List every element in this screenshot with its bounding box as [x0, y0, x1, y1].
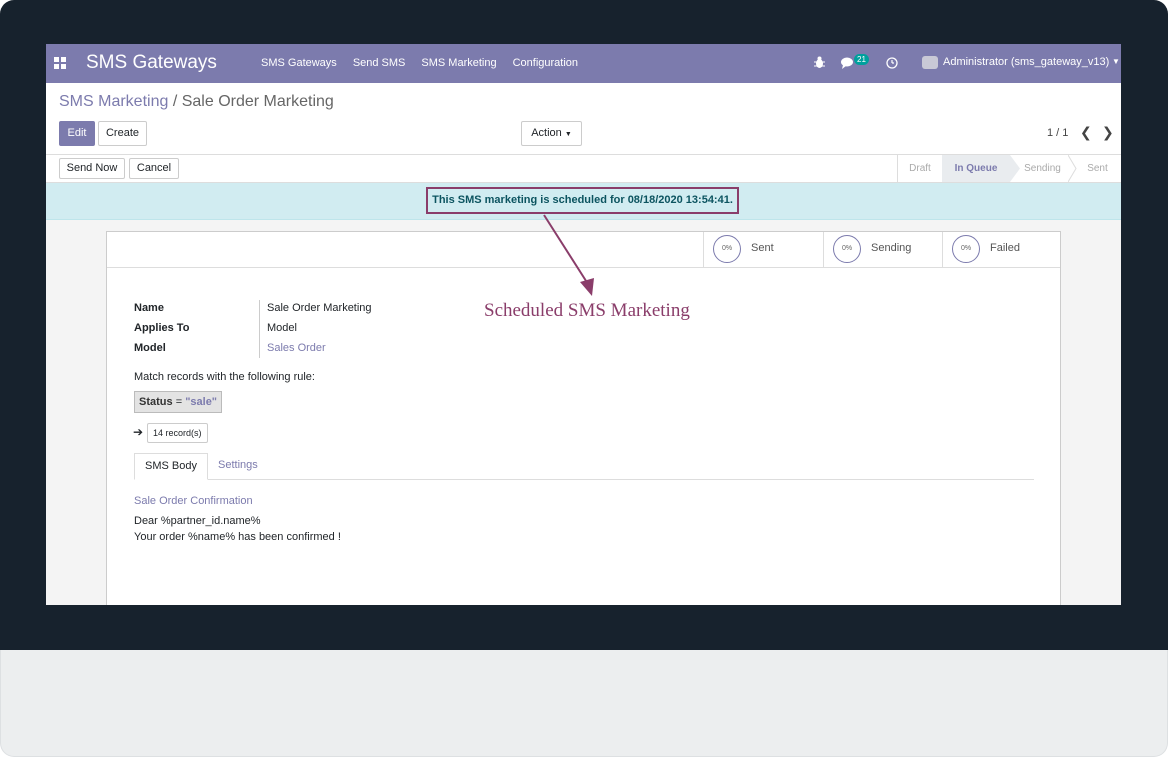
stage-sending[interactable]: Sending: [1020, 155, 1065, 182]
applies-to-label: Applies To: [134, 322, 190, 334]
messages-badge: 21: [854, 54, 869, 65]
tab-settings[interactable]: Settings: [208, 453, 268, 480]
stat-sending-label: Sending: [871, 242, 912, 254]
scheduled-alert-text: This SMS marketing is scheduled for 08/1…: [426, 187, 739, 214]
stat-failed-percent: 0%: [952, 235, 980, 263]
domain-rule-chip: Status = "sale": [134, 391, 223, 413]
name-value: Sale Order Marketing: [267, 302, 372, 314]
action-caret-icon: ▼: [564, 131, 572, 138]
stat-sent[interactable]: 0% Sent: [703, 232, 823, 267]
domain-value: "sale": [185, 396, 218, 408]
stage-arrow: [1068, 155, 1077, 182]
action-dropdown[interactable]: Action ▼: [521, 121, 582, 146]
breadcrumb-current: Sale Order Marketing: [181, 93, 334, 110]
rule-intro: Match records with the following rule:: [134, 371, 315, 383]
stat-sent-percent: 0%: [713, 235, 741, 263]
stage-draft[interactable]: Draft: [898, 155, 942, 182]
menu-send-sms[interactable]: Send SMS: [345, 56, 414, 70]
field-divider: [259, 300, 260, 358]
stat-sending-percent: 0%: [833, 235, 861, 263]
breadcrumb-separator: /: [172, 93, 178, 110]
stat-failed[interactable]: 0% Failed: [942, 232, 1060, 267]
annotation-arrow: [543, 214, 594, 296]
apps-menu-icon[interactable]: [54, 57, 66, 69]
records-count-button[interactable]: 14 record(s): [147, 423, 208, 443]
sms-template-title[interactable]: Sale Order Confirmation: [134, 495, 253, 507]
user-menu[interactable]: Administrator (sms_gateway_v13): [943, 56, 1109, 68]
sms-body-line-1: Dear %partner_id.name%: [134, 515, 261, 527]
action-label: Action: [531, 127, 562, 139]
create-button[interactable]: Create: [98, 121, 147, 146]
model-label: Model: [134, 342, 166, 354]
stage-sent[interactable]: Sent: [1080, 155, 1115, 182]
domain-field: Status: [139, 396, 173, 408]
pager-next-icon[interactable]: ❯: [1102, 124, 1114, 141]
user-avatar[interactable]: [922, 56, 938, 69]
pager-counter[interactable]: 1 / 1: [1047, 127, 1068, 139]
applies-to-value: Model: [267, 322, 297, 334]
top-navbar: SMS Gateways SMS Gateways Send SMS SMS M…: [46, 44, 1121, 83]
main-menu: SMS Gateways Send SMS SMS Marketing Conf…: [253, 56, 586, 70]
stage-in-queue[interactable]: In Queue: [942, 155, 1010, 182]
activity-clock-icon[interactable]: [886, 57, 898, 69]
stage-arrow: [1010, 155, 1020, 182]
pager-previous-icon[interactable]: ❮: [1080, 124, 1092, 141]
breadcrumb-parent[interactable]: SMS Marketing: [59, 93, 168, 110]
annotation-text: Scheduled SMS Marketing: [484, 300, 690, 321]
name-label: Name: [134, 302, 164, 314]
cancel-button[interactable]: Cancel: [129, 158, 179, 179]
stat-sending[interactable]: 0% Sending: [823, 232, 943, 267]
notebook-tabs: SMS Body Settings: [134, 453, 1034, 480]
menu-sms-marketing[interactable]: SMS Marketing: [413, 56, 504, 70]
user-caret-icon[interactable]: ▼: [1112, 57, 1120, 66]
menu-sms-gateways[interactable]: SMS Gateways: [253, 56, 345, 70]
edit-button[interactable]: Edit: [59, 121, 95, 146]
device-base: [0, 650, 1168, 757]
model-link[interactable]: Sales Order: [267, 342, 326, 354]
arrow-right-icon: ➔: [133, 425, 144, 439]
sms-body-line-2: Your order %name% has been confirmed !: [134, 531, 341, 543]
debug-bug-icon[interactable]: [814, 56, 825, 69]
status-bar: Send Now Cancel Draft In Queue Sending S…: [46, 154, 1121, 183]
stat-failed-label: Failed: [990, 242, 1020, 254]
app-screen: SMS Gateways SMS Gateways Send SMS SMS M…: [46, 44, 1121, 605]
breadcrumb: SMS Marketing / Sale Order Marketing: [59, 93, 334, 111]
send-now-button[interactable]: Send Now: [59, 158, 125, 179]
messages-icon[interactable]: [841, 57, 855, 69]
domain-operator: =: [175, 396, 183, 408]
stat-sent-label: Sent: [751, 242, 774, 254]
app-brand[interactable]: SMS Gateways: [86, 52, 217, 74]
tab-sms-body[interactable]: SMS Body: [134, 453, 208, 480]
menu-configuration[interactable]: Configuration: [505, 56, 586, 70]
